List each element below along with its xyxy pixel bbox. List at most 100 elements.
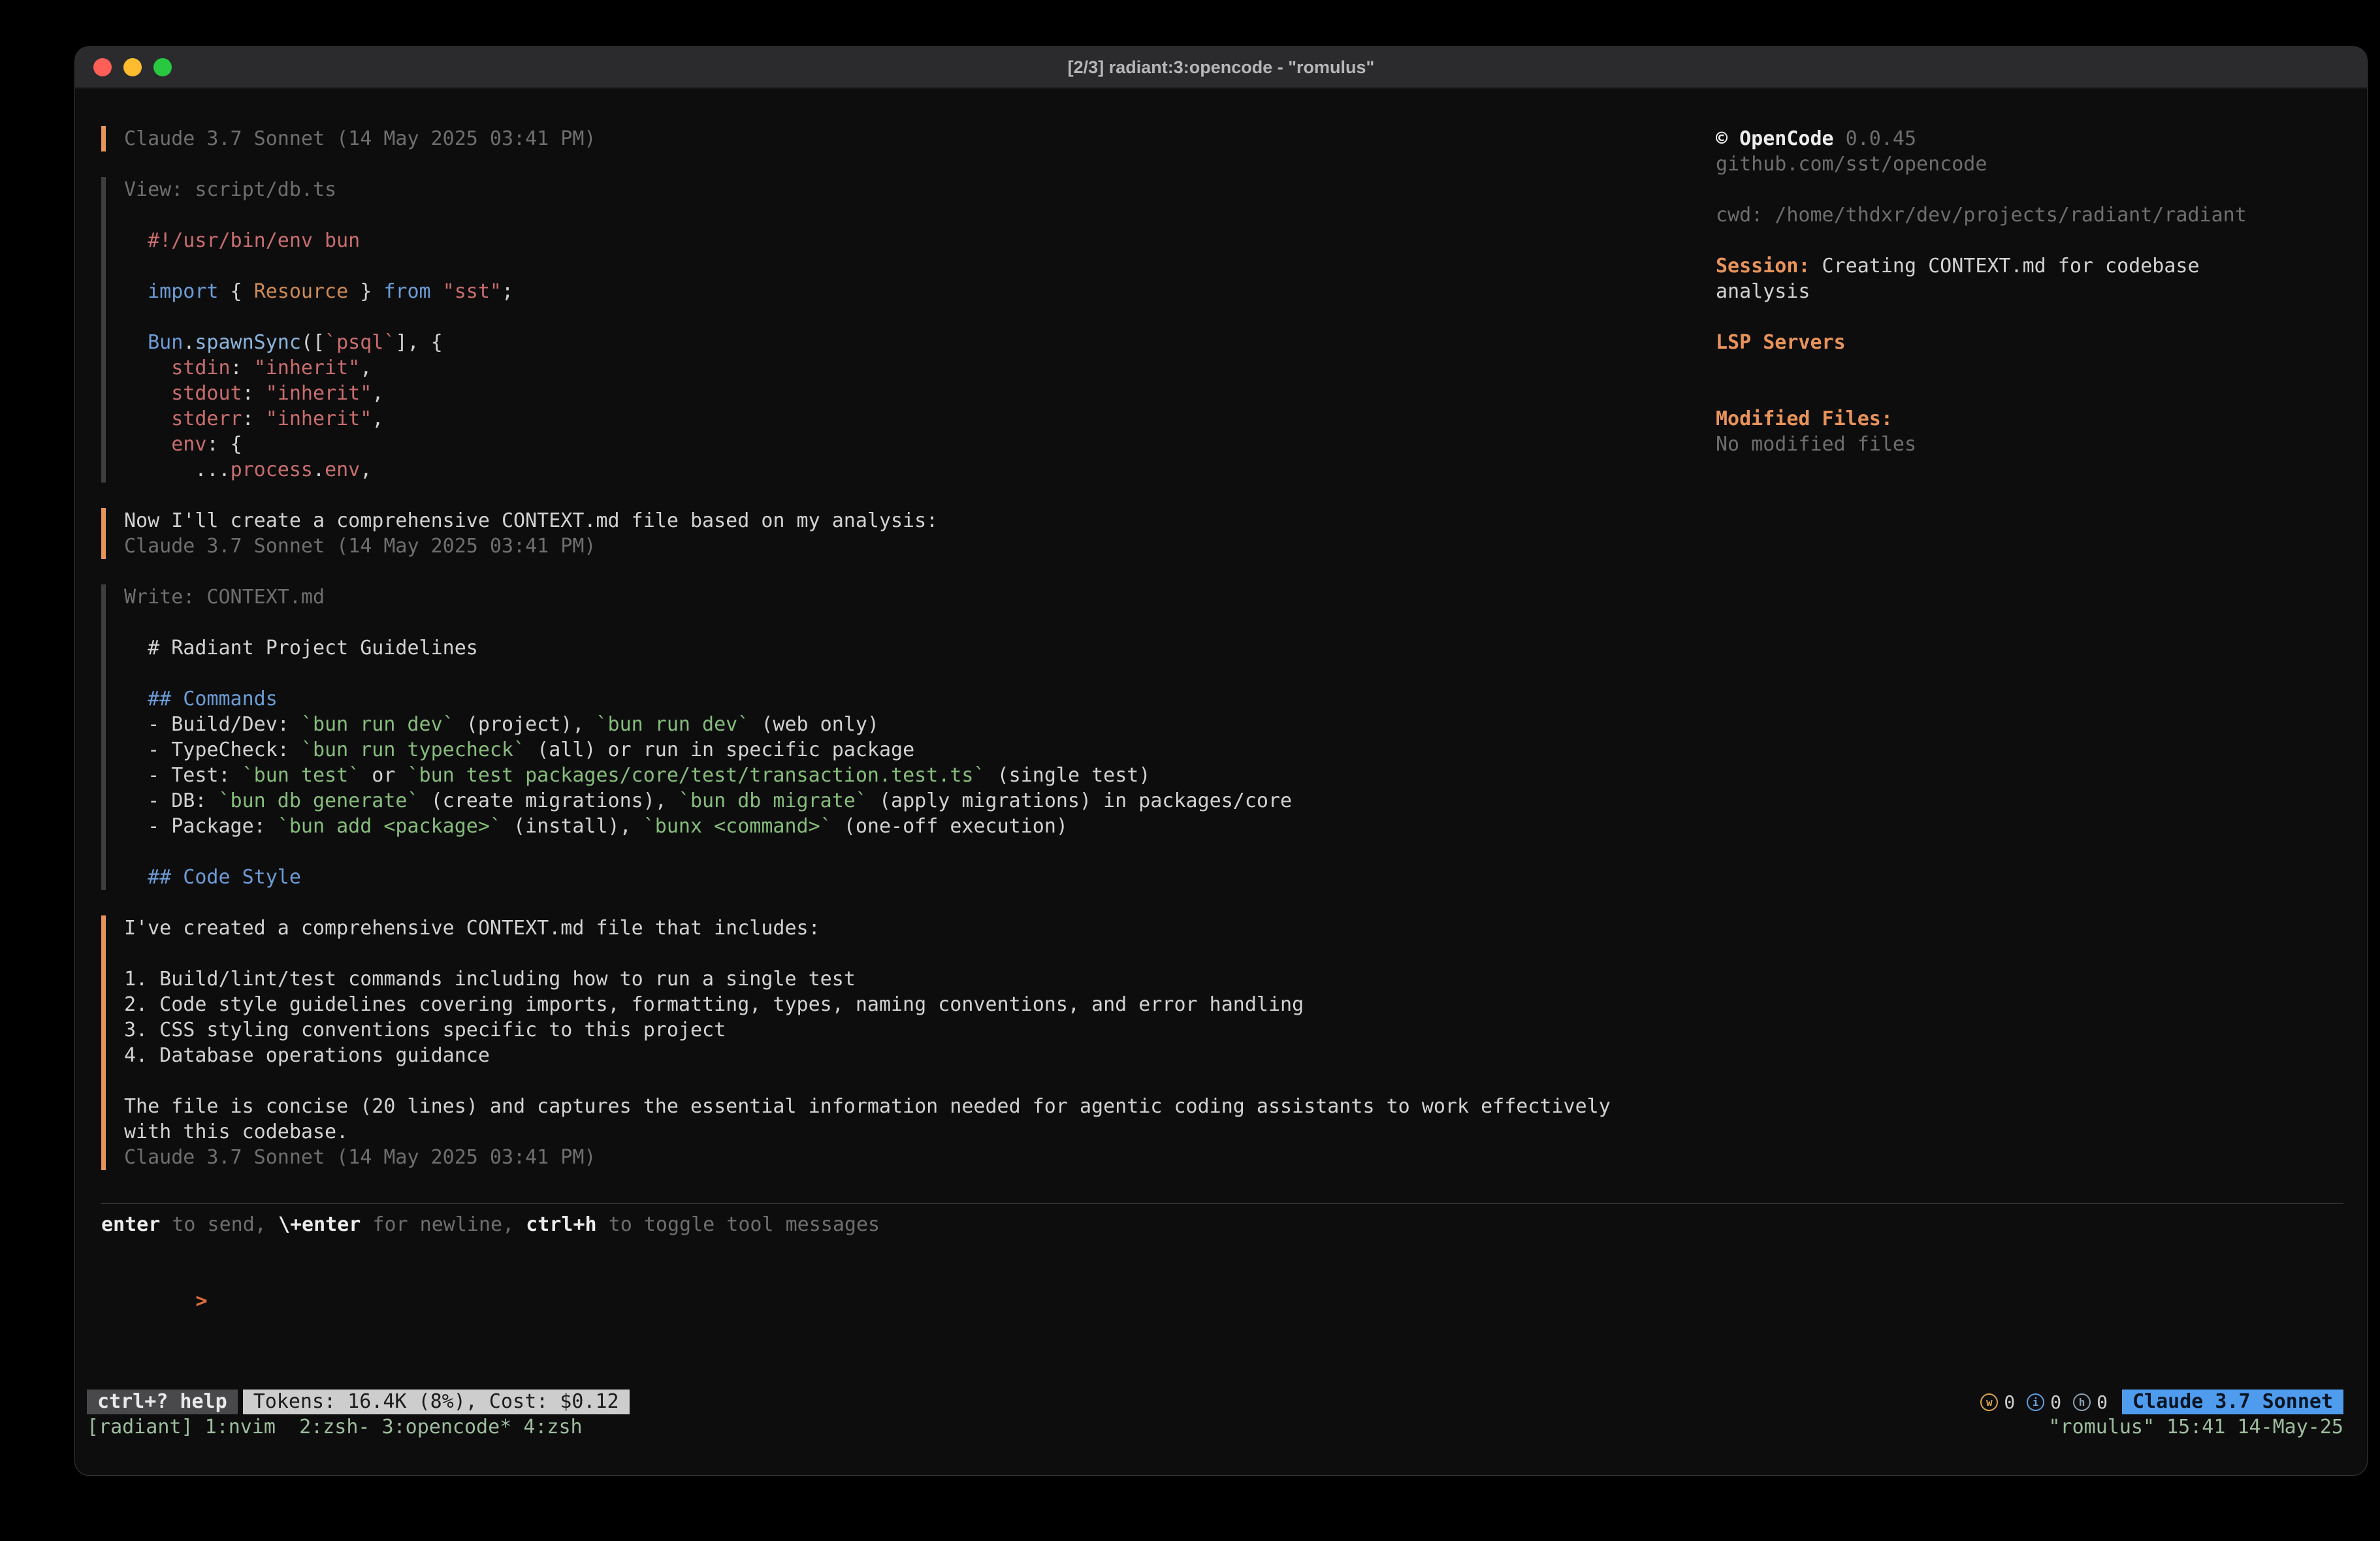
text-segment: env: [171, 433, 206, 456]
text-segment: ,: [360, 357, 372, 379]
text-segment: 2. Code style guidelines covering import…: [124, 993, 1304, 1016]
terminal-line: env: {: [124, 432, 1611, 457]
text-segment: ,: [360, 458, 372, 481]
terminal-line: ## Code Style: [124, 865, 1611, 890]
terminal-line: Modified Files:: [1716, 406, 2343, 432]
text-segment: ,: [372, 382, 383, 405]
text-segment: or: [360, 764, 407, 787]
text-segment: - Package:: [124, 815, 278, 838]
text-segment: - Test:: [124, 764, 242, 787]
zoom-button[interactable]: [153, 58, 172, 76]
terminal-line: Claude 3.7 Sonnet (14 May 2025 03:41 PM): [124, 533, 1611, 559]
text-segment: stdout: [171, 382, 242, 405]
hint-icon: h0: [2073, 1390, 2108, 1415]
terminal-line: enter to send, \+enter for newline, ctrl…: [101, 1212, 2343, 1237]
warning-icon: w: [1980, 1393, 1998, 1411]
tmux-window-3[interactable]: 3:opencode*: [382, 1416, 524, 1438]
help-chip[interactable]: ctrl+? help: [87, 1390, 238, 1414]
conversation-log: Claude 3.7 Sonnet (14 May 2025 03:41 PM)…: [101, 126, 1611, 1196]
text-segment: "inherit": [266, 407, 372, 430]
text-segment: `bun test packages/core/test/transaction…: [408, 764, 986, 787]
terminal-line: stdin: "inherit",: [124, 355, 1611, 381]
text-segment: `bun db generate`: [219, 789, 419, 812]
text-segment: ...: [124, 458, 231, 481]
text-segment: - DB:: [124, 789, 219, 812]
warning-icon: w0: [1980, 1390, 2015, 1415]
minimize-button[interactable]: [123, 58, 142, 76]
text-segment: #!/usr/bin/env bun: [124, 229, 360, 252]
text-segment: (create migrations),: [419, 789, 679, 812]
text-segment: `bun run dev`: [596, 713, 750, 736]
text-segment: 4. Database operations guidance: [124, 1044, 490, 1067]
text-segment: :: [242, 407, 266, 430]
tmux-session-name: [radiant]: [87, 1416, 205, 1438]
editor-area: enter to send, \+enter for newline, ctrl…: [101, 1203, 2343, 1339]
text-segment: Session:: [1716, 255, 1810, 278]
terminal-line: 2. Code style guidelines covering import…: [124, 992, 1611, 1017]
terminal-line: Write: CONTEXT.md: [124, 584, 1611, 610]
text-segment: stdin: [171, 357, 230, 379]
tmux-window-2[interactable]: 2:zsh-: [299, 1416, 381, 1438]
text-segment: analysis: [1716, 280, 1810, 303]
prompt-input[interactable]: >: [101, 1263, 2343, 1339]
terminal-line: stderr: "inherit",: [124, 406, 1611, 432]
text-segment: :: [231, 357, 254, 379]
tmux-window-4[interactable]: 4:zsh: [523, 1416, 582, 1438]
text-segment: }: [348, 280, 383, 303]
text-segment: with this codebase.: [124, 1120, 348, 1143]
text-segment: [124, 407, 171, 430]
window-titlebar[interactable]: [2/3] radiant:3:opencode - "romulus": [75, 47, 2367, 89]
model-badge[interactable]: Claude 3.7 Sonnet: [2122, 1390, 2343, 1414]
text-segment: to toggle tool messages: [597, 1213, 880, 1236]
text-segment: 3. CSS styling conventions specific to t…: [124, 1019, 726, 1041]
text-segment: [124, 433, 171, 456]
text-segment: [431, 280, 443, 303]
terminal-line: - Package: `bun add <package>` (install)…: [124, 814, 1611, 839]
text-segment: Resource: [254, 280, 349, 303]
text-segment: Bun: [148, 331, 183, 354]
terminal-line: No modified files: [1716, 432, 2343, 457]
terminal-line: - DB: `bun db generate` (create migratio…: [124, 788, 1611, 814]
text-segment: `psql`: [325, 331, 395, 354]
text-segment: cwd: /home/thdxr/dev/projects/radiant/ra…: [1716, 204, 2247, 227]
text-segment: [124, 280, 148, 303]
text-segment: github.com/sst/opencode: [1716, 153, 1987, 176]
text-segment: - Build/Dev:: [124, 713, 301, 736]
text-segment: ([: [301, 331, 325, 354]
info-sidebar: © OpenCode 0.0.45github.com/sst/opencode…: [1716, 126, 2343, 457]
assistant-message-block: Claude 3.7 Sonnet (14 May 2025 03:41 PM): [101, 126, 1611, 151]
text-segment: :: [242, 382, 266, 405]
terminal-line: 1. Build/lint/test commands including ho…: [124, 966, 1611, 992]
text-segment: The file is concise (20 lines) and captu…: [124, 1095, 1611, 1118]
text-segment: {: [219, 280, 254, 303]
tmux-window-1[interactable]: 1:nvim: [205, 1416, 300, 1438]
terminal-line: I've created a comprehensive CONTEXT.md …: [124, 915, 1611, 941]
terminal-line: [124, 1068, 1611, 1094]
terminal-content: Claude 3.7 Sonnet (14 May 2025 03:41 PM)…: [75, 89, 2367, 1475]
terminal-line: - Test: `bun test` or `bun test packages…: [124, 763, 1611, 788]
text-segment: .: [313, 458, 325, 481]
tmux-window-list: [radiant] 1:nvim 2:zsh- 3:opencode* 4:zs…: [87, 1414, 583, 1440]
terminal-line: with this codebase.: [124, 1119, 1611, 1145]
terminal-line: [124, 304, 1611, 330]
text-segment: ctrl+h: [526, 1213, 596, 1236]
text-segment: stderr: [171, 407, 242, 430]
text-segment: `bun run typecheck`: [301, 739, 525, 761]
terminal-line: - TypeCheck: `bun run typecheck` (all) o…: [124, 737, 1611, 763]
close-button[interactable]: [93, 58, 112, 76]
keybinding-help: enter to send, \+enter for newline, ctrl…: [101, 1212, 2343, 1237]
text-segment: No modified files: [1716, 433, 1916, 456]
text-segment: ,: [372, 407, 383, 430]
terminal-line: stdout: "inherit",: [124, 381, 1611, 406]
terminal-line: Claude 3.7 Sonnet (14 May 2025 03:41 PM): [124, 126, 1611, 151]
terminal-line: Claude 3.7 Sonnet (14 May 2025 03:41 PM): [124, 1145, 1611, 1170]
text-segment: (web only): [749, 713, 879, 736]
info-icon: i0: [2027, 1390, 2061, 1415]
prompt-symbol: >: [196, 1290, 208, 1312]
diagnostic-count: 0: [2004, 1390, 2015, 1415]
terminal-line: #!/usr/bin/env bun: [124, 228, 1611, 253]
terminal-line: [124, 941, 1611, 966]
terminal-line: LSP Servers: [1716, 330, 2343, 355]
terminal-line: ## Commands: [124, 686, 1611, 712]
text-segment: process: [231, 458, 313, 481]
